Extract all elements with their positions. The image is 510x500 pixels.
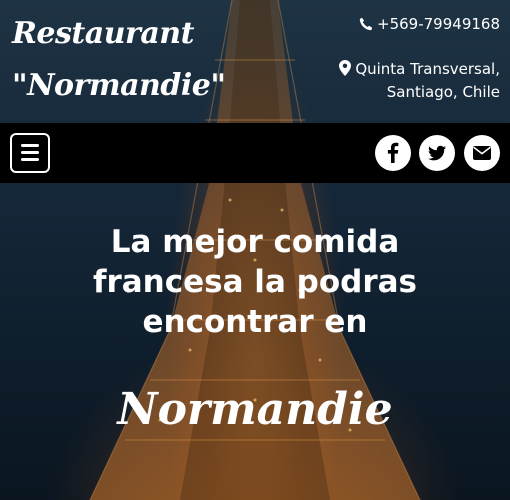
menu-toggle-button[interactable] [10,133,50,173]
address-row-1: Quinta Transversal, [250,59,500,82]
tagline-line-1: La mejor comida [110,224,400,260]
twitter-icon [428,145,446,161]
navbar [0,123,510,183]
site-header: Restaurant "Normandie" +569-79949168 Qui… [0,0,510,123]
tagline-line-3: encontrar en [142,304,368,340]
email-link[interactable] [464,135,500,171]
tagline-line-2: francesa la podras [92,264,417,300]
hamburger-icon-bar [21,151,39,154]
hamburger-icon-bar [21,158,39,161]
brand-logo-text[interactable]: Restaurant "Normandie" [12,8,226,112]
address-line-1: Quinta Transversal, [355,60,500,78]
envelope-icon [473,146,491,160]
hamburger-icon [21,144,39,147]
address-line-2: Santiago, Chile [386,83,500,101]
hero-section: La mejor comida francesa la podras encon… [0,222,510,438]
phone-icon [357,16,373,37]
phone-number: +569-79949168 [377,15,500,33]
facebook-icon [387,142,399,163]
contact-info: +569-79949168 Quinta Transversal, Santia… [250,14,500,103]
landing-page: Restaurant "Normandie" +569-79949168 Qui… [0,0,510,500]
hero-tagline: La mejor comida francesa la podras encon… [0,222,510,342]
hero-restaurant-name: Normandie [117,384,393,435]
brand-line-1: Restaurant [12,16,194,51]
facebook-link[interactable] [375,135,411,171]
twitter-link[interactable] [419,135,455,171]
brand-line-2: "Normandie" [12,68,226,103]
map-marker-icon [335,60,352,82]
phone-row[interactable]: +569-79949168 [250,14,500,37]
